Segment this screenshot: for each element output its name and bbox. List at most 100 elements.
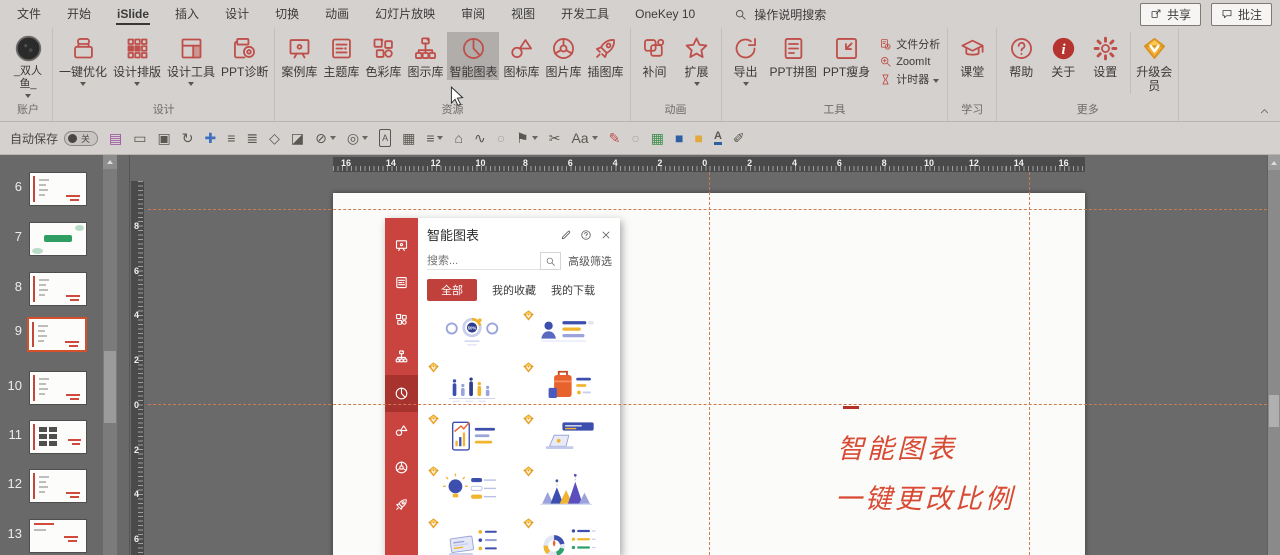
move-anchor-icon[interactable]: ✚ — [204, 130, 216, 146]
menu-tab-review[interactable]: 审阅 — [448, 0, 498, 28]
donut-rocket-template[interactable] — [522, 516, 613, 555]
advanced-filter-link[interactable]: 高级筛选 — [568, 253, 612, 269]
circle-icon[interactable]: ○ — [631, 130, 639, 146]
case-library-button[interactable]: 案例库 — [279, 32, 319, 80]
dialog-sidebar-case-lib[interactable] — [385, 227, 418, 264]
shape-icon[interactable]: ◇ — [269, 130, 280, 146]
vertical-scrollbar[interactable] — [1267, 155, 1280, 555]
slide-thumbnail-12[interactable] — [29, 469, 87, 503]
close-icon[interactable] — [600, 229, 612, 241]
fill-yellow-icon[interactable]: ■ — [694, 130, 702, 146]
dialog-sidebar-smart-chart[interactable] — [385, 375, 418, 412]
text-box-icon[interactable]: A — [379, 129, 392, 147]
menu-tab-animations[interactable]: 动画 — [312, 0, 362, 28]
menu-tab-onekey[interactable]: OneKey 10 — [622, 0, 708, 28]
smart-chart-button[interactable]: 智能图表 — [447, 32, 500, 80]
dialog-sidebar-color-lib[interactable] — [385, 301, 418, 338]
ink-icon[interactable]: ∿ — [474, 130, 486, 146]
dialog-sidebar-theme-lib[interactable] — [385, 264, 418, 301]
menu-tab-view[interactable]: 视图 — [498, 0, 548, 28]
tween-button[interactable]: 补间 — [635, 32, 675, 80]
icon-library-button[interactable]: 图标库 — [501, 32, 541, 80]
zoomit-button[interactable]: ZoomIt — [879, 55, 940, 68]
slide-thumbnail-11[interactable] — [29, 420, 87, 454]
menu-tab-design[interactable]: 设计 — [212, 0, 262, 28]
change-case-icon[interactable]: Aa — [571, 130, 598, 146]
timer-button[interactable]: 计时器 — [879, 71, 940, 87]
guide-horizontal[interactable] — [148, 209, 1267, 210]
menu-tab-slideshow[interactable]: 幻灯片放映 — [362, 0, 448, 28]
autosave-switch[interactable]: 关 — [64, 130, 99, 146]
shape-fill-icon[interactable]: ◪ — [291, 130, 304, 146]
screen-list-template[interactable] — [427, 516, 518, 555]
menu-tab-devtools[interactable]: 开发工具 — [548, 0, 622, 28]
font-color-icon[interactable]: A — [713, 131, 722, 145]
dialog-tab-my-downloads[interactable]: 我的下载 — [551, 282, 595, 298]
mountain-chart-template[interactable] — [522, 464, 613, 516]
guide-vertical[interactable] — [709, 172, 710, 555]
menu-tab-islide[interactable]: iSlide — [104, 0, 162, 28]
fill-blue-icon[interactable]: ■ — [675, 130, 683, 146]
slide-thumbnail-6[interactable] — [29, 172, 87, 206]
search-button[interactable] — [540, 252, 561, 270]
slide-thumbnail-7[interactable] — [29, 222, 87, 256]
menu-tab-transitions[interactable]: 切换 — [262, 0, 312, 28]
dialog-tab-my-favorites[interactable]: 我的收藏 — [492, 282, 536, 298]
dialog-sidebar-picture-lib[interactable] — [385, 449, 418, 486]
disabled-circle-icon[interactable]: ○ — [497, 130, 505, 146]
tell-me-search[interactable]: 操作说明搜索 — [734, 6, 826, 23]
account-user-button[interactable]: _双人鱼_ — [8, 32, 48, 99]
scroll-up-button[interactable] — [1268, 155, 1280, 170]
bullet-list-icon[interactable]: ≡ — [426, 130, 444, 146]
picture-library-button[interactable]: 图片库 — [543, 32, 583, 80]
dialog-sidebar-icon-lib[interactable] — [385, 412, 418, 449]
dialog-sidebar-illustration-lib[interactable] — [385, 486, 418, 523]
scroll-up-button[interactable] — [103, 155, 117, 169]
menu-tab-home[interactable]: 开始 — [54, 0, 104, 28]
donut-chart-template[interactable]: 50% — [427, 308, 518, 360]
one-key-optimize-button[interactable]: 一键优化 — [57, 32, 109, 87]
reset-icon[interactable]: ↻ — [182, 130, 194, 146]
slide-title-text[interactable]: 智能图表 — [837, 427, 957, 466]
ppt-diagnose-button[interactable]: PPT诊断 — [219, 32, 270, 80]
slide-thumbnail-10[interactable] — [29, 371, 87, 405]
color-library-button[interactable]: 色彩库 — [363, 32, 403, 80]
brush-icon[interactable]: ✎ — [609, 130, 621, 146]
illustration-library-button[interactable]: 插图库 — [586, 32, 626, 80]
person-bar-chart-template[interactable] — [522, 308, 613, 360]
scrollbar-thumb[interactable] — [1269, 395, 1279, 427]
dialog-tab-all[interactable]: 全部 — [427, 279, 477, 301]
menu-tab-insert[interactable]: 插入 — [162, 0, 212, 28]
about-button[interactable]: i 关于 — [1043, 32, 1083, 80]
design-tools-button[interactable]: 设计工具 — [165, 32, 217, 87]
crop-icon[interactable]: ✂ — [549, 130, 561, 146]
guide-horizontal[interactable] — [148, 404, 1267, 405]
growth-chart-template[interactable] — [427, 412, 518, 464]
edit-icon[interactable] — [560, 229, 572, 241]
table-style-icon[interactable]: ▦ — [651, 130, 664, 146]
align-center-icon[interactable]: ≡ — [227, 130, 235, 146]
slide-thumbnail-9[interactable] — [27, 317, 87, 352]
save-icon[interactable]: ▤ — [109, 130, 122, 146]
file-analysis-button[interactable]: 文件分析 — [879, 36, 940, 52]
settings-button[interactable]: 设置 — [1085, 32, 1125, 80]
ppt-slim-button[interactable]: PPT瘦身 — [821, 32, 872, 80]
no-outline-icon[interactable]: ⊘ — [315, 130, 336, 146]
upgrade-vip-button[interactable]: 升级会员 — [1130, 32, 1174, 94]
slide-thumbnail-8[interactable] — [29, 272, 87, 306]
design-layout-button[interactable]: 设计排版 — [111, 32, 163, 87]
autosave-toggle[interactable]: 自动保存 关 — [10, 130, 99, 147]
ppt-puzzle-button[interactable]: PPT拼图 — [768, 32, 819, 80]
classroom-button[interactable]: 课堂 — [952, 32, 992, 80]
diagram-library-button[interactable]: 图示库 — [405, 32, 445, 80]
help-icon[interactable] — [580, 229, 592, 241]
menu-tab-file[interactable]: 文件 — [4, 0, 54, 28]
share-button[interactable]: 共享 — [1139, 2, 1201, 26]
slideshow-icon[interactable]: ▭ — [133, 130, 146, 146]
collapse-ribbon-button[interactable] — [1259, 106, 1270, 117]
distribute-icon[interactable]: ≣ — [246, 130, 258, 146]
guide-vertical[interactable] — [1029, 172, 1030, 555]
slide-subtitle-text[interactable]: 一键更改比例 — [835, 477, 1015, 516]
extend-button[interactable]: 扩展 — [677, 32, 717, 87]
dialog-sidebar-diagram-lib[interactable] — [385, 338, 418, 375]
